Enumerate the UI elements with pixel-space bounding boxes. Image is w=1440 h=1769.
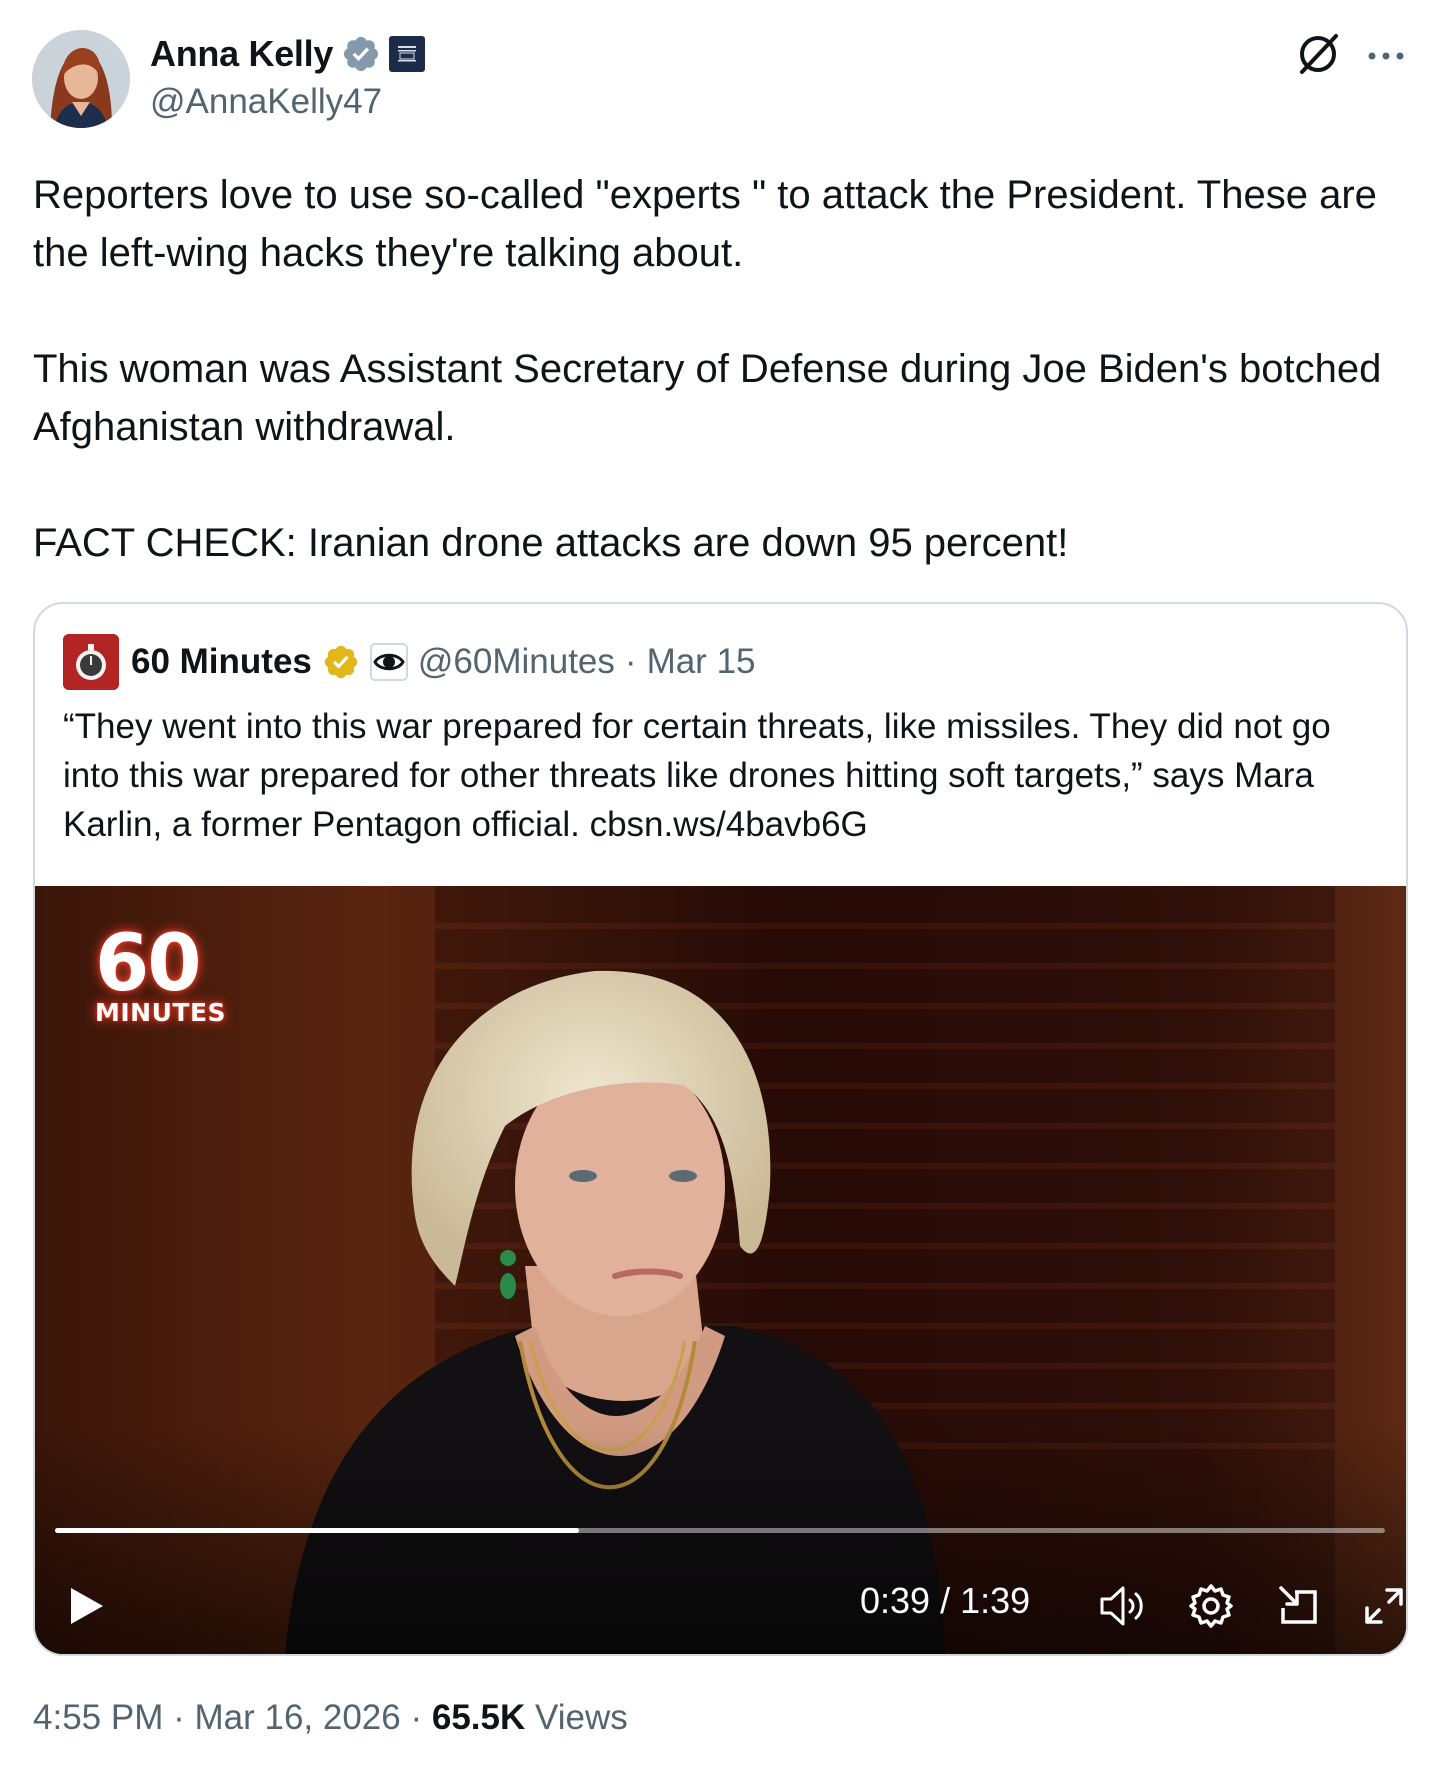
- cbs-eye-badge-icon[interactable]: [369, 643, 408, 681]
- separator-dot: ·: [410, 1698, 423, 1737]
- post-time[interactable]: 4:55 PM: [33, 1698, 163, 1737]
- picture-in-picture-icon[interactable]: [1275, 1582, 1321, 1635]
- views-count: 65.5K: [431, 1698, 526, 1737]
- author-display-name[interactable]: Anna Kelly: [150, 33, 333, 75]
- quoted-author-avatar[interactable]: [63, 634, 119, 690]
- post-paragraph: Reporters love to use so-called "experts…: [33, 173, 1377, 275]
- quoted-post-date[interactable]: Mar 15: [647, 642, 756, 682]
- video-time-display: 0:39 / 1:39: [860, 1580, 1031, 1621]
- author-avatar[interactable]: [32, 30, 130, 128]
- post-footer: 4:55 PM · Mar 16, 2026 · 65.5K Views: [33, 1698, 628, 1738]
- views-label: Views: [535, 1698, 628, 1737]
- white-house-badge-icon[interactable]: [389, 36, 426, 72]
- fullscreen-icon[interactable]: [1361, 1582, 1406, 1635]
- video-progress-fill: [55, 1528, 580, 1533]
- quoted-post-card[interactable]: 60 Minutes @60Minutes · Mar 15 “They wen…: [33, 602, 1408, 1656]
- logo-number: 60: [95, 919, 202, 1009]
- video-frame-image: [35, 886, 1406, 1654]
- post-container: Anna Kelly @AnnaKelly47 Reporters love t…: [0, 0, 1440, 1769]
- quoted-post-text: “They went into this war prepared for ce…: [63, 707, 1331, 844]
- more-options-icon[interactable]: [1362, 32, 1410, 76]
- quoted-author-name[interactable]: 60 Minutes: [131, 642, 312, 682]
- video-player[interactable]: 60 MINUTES 0:39 / 1:39: [35, 886, 1406, 1654]
- grok-icon[interactable]: [1292, 28, 1344, 80]
- gold-verified-badge-icon[interactable]: [322, 643, 360, 681]
- logo-word: MINUTES: [95, 998, 227, 1027]
- post-paragraph: This woman was Assistant Secretary of De…: [33, 347, 1382, 449]
- separator-dot: ·: [173, 1698, 185, 1737]
- verified-badge-icon[interactable]: [341, 34, 381, 74]
- settings-gear-icon[interactable]: [1187, 1582, 1235, 1635]
- 60-minutes-logo: 60 MINUTES: [95, 919, 227, 1027]
- quoted-post-header: 60 Minutes @60Minutes · Mar 15: [63, 634, 756, 690]
- author-name-row: Anna Kelly: [150, 32, 426, 76]
- post-text: Reporters love to use so-called "experts…: [33, 166, 1413, 572]
- separator-dot: ·: [624, 642, 637, 681]
- post-date[interactable]: Mar 16, 2026: [194, 1698, 400, 1737]
- volume-icon[interactable]: [1097, 1582, 1147, 1635]
- video-controls: 0:39 / 1:39: [35, 1576, 1406, 1636]
- play-icon[interactable]: [67, 1584, 107, 1633]
- quoted-author-handle[interactable]: @60Minutes: [418, 642, 615, 682]
- author-handle[interactable]: @AnnaKelly47: [150, 82, 382, 122]
- post-paragraph: FACT CHECK: Iranian drone attacks are do…: [33, 521, 1069, 565]
- video-progress-bar[interactable]: [55, 1528, 1385, 1533]
